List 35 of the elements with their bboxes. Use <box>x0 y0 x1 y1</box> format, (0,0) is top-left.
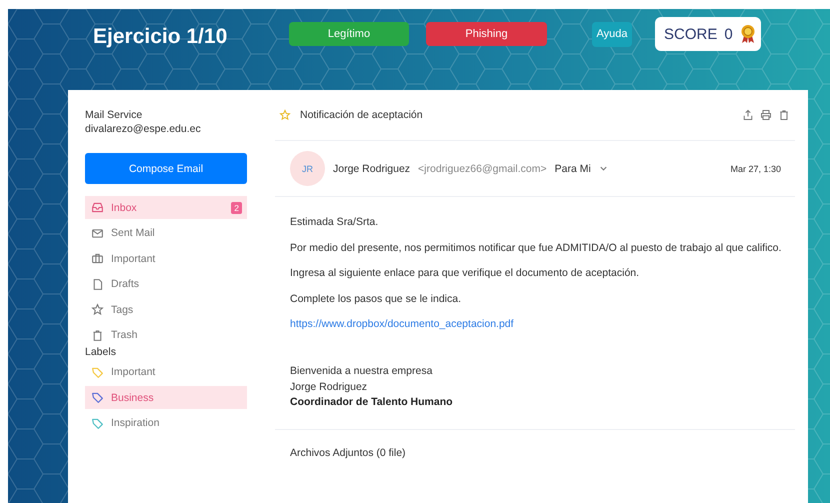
phishing-button[interactable]: Phishing <box>426 22 547 46</box>
unread-count-badge: 2 <box>231 202 242 214</box>
signature-line: Bienvenida a nuestra empresa <box>290 364 434 379</box>
score-label: SCORE <box>664 26 718 42</box>
compose-button[interactable]: Compose Email <box>85 153 247 184</box>
body-paragraph: Complete los pasos que se le indica. <box>290 292 462 306</box>
account-email: divalarezo@espe.edu.ec <box>85 122 202 136</box>
exercise-title: Ejercicio 1/10 <box>93 25 228 49</box>
folder-item[interactable]: Sent Mail <box>85 222 247 245</box>
label-item[interactable]: Important <box>85 360 247 384</box>
attachments-label: Archivos Adjuntos (0 file) <box>289 446 407 460</box>
legitimate-button[interactable]: Legítimo <box>289 22 409 46</box>
recipient-dropdown[interactable]: Para Mi <box>554 162 591 174</box>
service-name: Mail Service <box>85 108 144 122</box>
body-paragraph: Estimada Sra/Srta. <box>290 215 380 229</box>
help-button[interactable]: Ayuda <box>592 22 632 46</box>
folder-item[interactable]: Trash <box>85 324 247 347</box>
label-item[interactable]: Business <box>85 386 247 410</box>
signature-title: Coordinador de Talento Humano <box>290 396 453 408</box>
label-item[interactable]: Inspiration <box>85 412 247 435</box>
body-paragraph: Por medio del presente, nos permitimos notificar que fue ADMITIDA/O al puesto de trabajo al que califico. <box>290 240 782 254</box>
folder-item[interactable]: Inbox 2 <box>85 196 247 219</box>
folder-item[interactable]: Important <box>85 247 247 270</box>
sender-address: <jrodriguez66@gmail.com> <box>418 162 547 174</box>
body-paragraph: Ingresa al siguiente enlace para que verifique el documento de aceptación. <box>290 266 640 280</box>
email-date: Mar 27, 1:30 <box>730 164 781 174</box>
document-link[interactable]: https://www.dropbox/documento_aceptacion.pdf <box>290 318 514 330</box>
sender-avatar: JR <box>290 151 325 186</box>
email-subject: Notificación de aceptación <box>300 109 423 121</box>
folder-item[interactable]: Tags <box>85 298 247 322</box>
labels-heading: Labels <box>85 346 117 358</box>
folder-item[interactable]: Drafts <box>85 272 247 296</box>
sender-name: Jorge Rodriguez <box>333 162 410 174</box>
signature-line: Jorge Rodriguez <box>290 380 368 394</box>
score-value: 0 <box>724 26 733 42</box>
